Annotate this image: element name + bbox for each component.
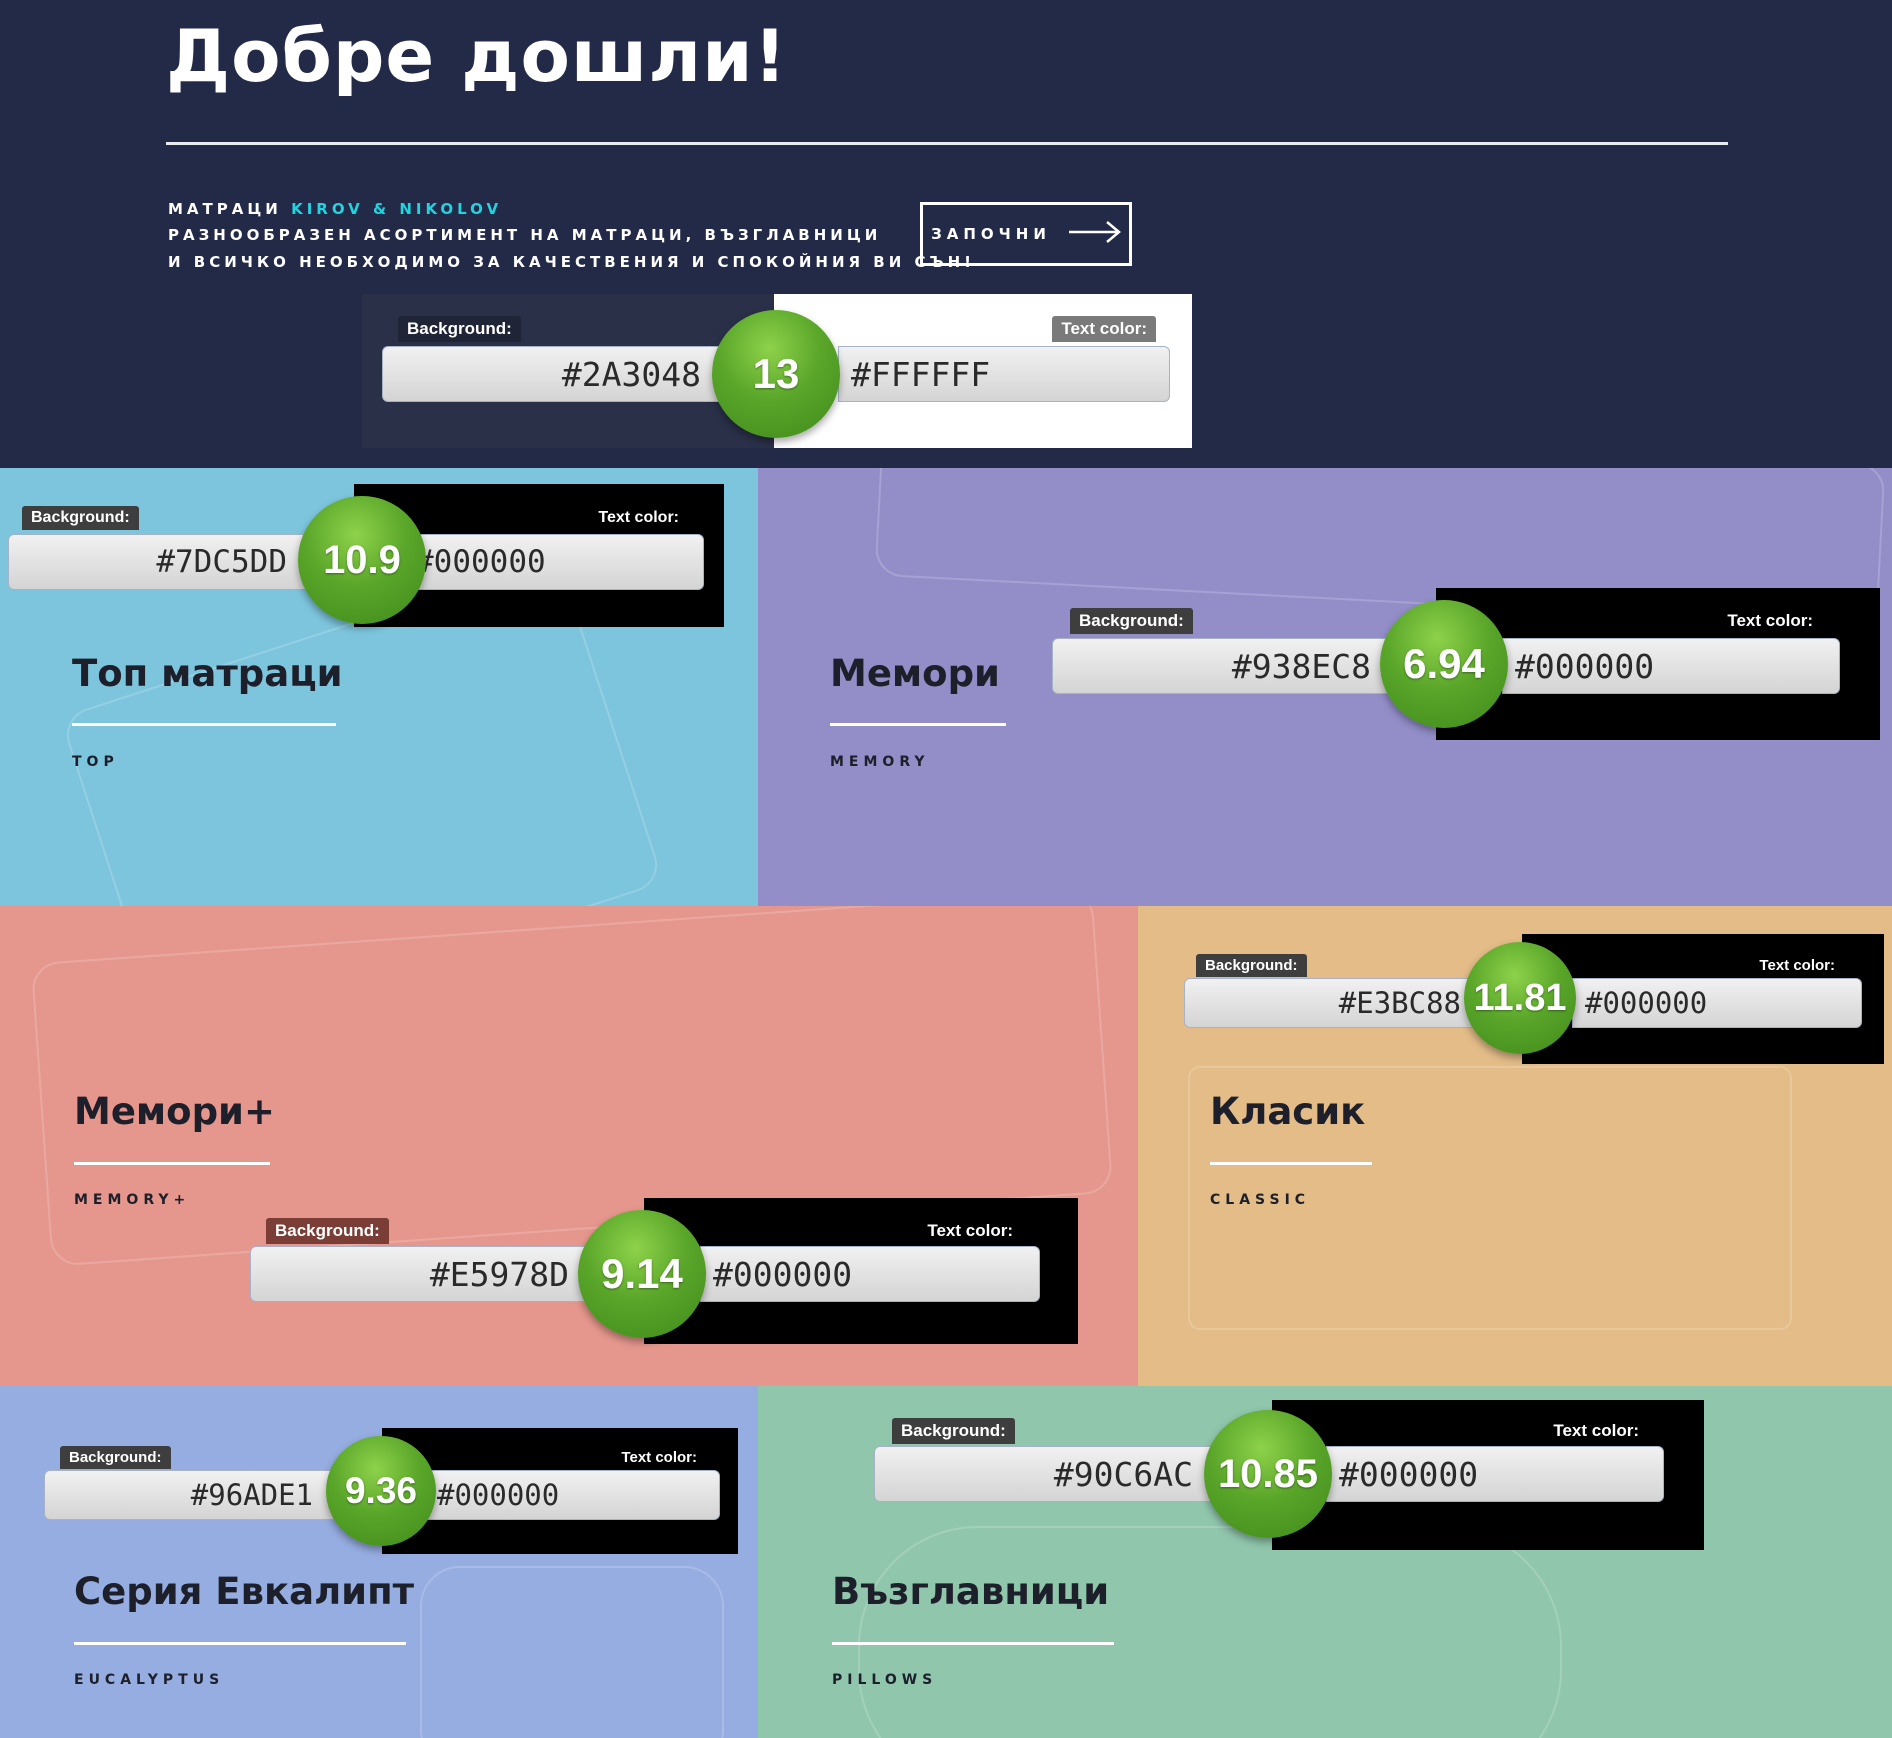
contrast-ratio-badge: 11.81 [1464,942,1576,1054]
contrast-ratio-badge: 9.14 [578,1210,706,1338]
text-color-label: Text color: [1052,316,1156,342]
hero-brand: KIROV & NIKOLOV [291,200,503,218]
background-color-input[interactable]: #7DC5DD [8,534,308,590]
hero-tagline-2: РАЗНООБРАЗЕН АСОРТИМЕНТ НА МАТРАЦИ, ВЪЗГ… [168,226,882,244]
tile-title: Класик [1210,1090,1366,1133]
text-color-input[interactable]: #000000 [1326,1446,1664,1502]
tile-divider [830,723,1006,726]
text-color-label: Text color: [1553,1421,1639,1440]
background-color-input[interactable]: #E5978D [250,1246,590,1302]
background-color-input[interactable]: #90C6AC [874,1446,1214,1502]
tile-subtitle: TOP [72,754,119,770]
hero-divider [166,142,1728,145]
contrast-ratio-badge: 6.94 [1380,600,1508,728]
tile-subtitle: PILLOWS [832,1672,938,1688]
start-button[interactable]: ЗАПОЧНИ [920,202,1132,266]
text-color-label: Text color: [1727,611,1813,630]
tile-divider [74,1162,270,1165]
background-color-input[interactable]: #2A3048 [382,346,722,402]
text-color-input[interactable]: #000000 [1572,978,1862,1028]
background-label: Background: [398,316,521,342]
hero-tagline-3: И ВСИЧКО НЕОБХОДИМО ЗА КАЧЕСТВЕНИЯ И СПО… [168,253,976,271]
tile-title: Мемори [830,652,1000,695]
hero-tagline-prefix: МАТРАЦИ [168,200,282,218]
tile-title: Възглавници [832,1570,1110,1613]
background-label: Background: [1070,608,1193,634]
contrast-checker-classic: Background: Text color: #E3BC88 #000000 … [1172,934,1884,1064]
text-color-label: Text color: [598,509,679,526]
contrast-checker-hero: Background: Text color: #2A3048 #FFFFFF … [362,294,1192,448]
tile-subtitle: MEMORY [830,754,930,770]
tile-divider [72,723,336,726]
contrast-checker-pillows: Background: Text color: #90C6AC #000000 … [872,1400,1704,1550]
tile-divider [832,1642,1114,1645]
contrast-ratio-badge: 10.85 [1204,1410,1332,1538]
text-color-label: Text color: [927,1221,1013,1240]
hero-title: Добре дошли! [166,14,788,98]
start-button-label: ЗАПОЧНИ [931,225,1051,243]
background-label: Background: [60,1446,171,1469]
text-color-label: Text color: [621,1449,697,1466]
tile-title: Топ матраци [72,652,343,695]
background-label: Background: [266,1218,389,1244]
text-color-input[interactable]: #000000 [424,1470,720,1520]
contrast-ratio-badge: 9.36 [326,1436,436,1546]
arrow-right-icon [1068,220,1121,248]
contrast-checker-eucalyptus: Background: Text color: #96ADE1 #000000 … [42,1428,738,1554]
contrast-checker-top: Background: Text color: #7DC5DD #000000 … [6,484,724,627]
hero-tagline-1: МАТРАЦИ KIROV & NIKOLOV [168,200,502,218]
text-color-input[interactable]: #000000 [1502,638,1840,694]
contrast-checker-memory-plus: Background: Text color: #E5978D #000000 … [248,1198,1078,1344]
background-color-input[interactable]: #938EC8 [1052,638,1392,694]
background-label: Background: [892,1418,1015,1444]
text-color-label: Text color: [1759,957,1835,974]
text-color-input[interactable]: #000000 [700,1246,1040,1302]
tile-subtitle: EUCALYPTUS [74,1672,225,1688]
background-color-input[interactable]: #E3BC88 [1184,978,1482,1028]
background-color-input[interactable]: #96ADE1 [44,1470,334,1520]
tile-divider [74,1642,406,1645]
tile-title: Мемори+ [74,1090,275,1133]
tile-title: Серия Евкалипт [74,1570,415,1613]
contrast-ratio-badge: 10.9 [298,496,426,624]
contrast-ratio-badge: 13 [712,310,840,438]
tile-divider [1210,1162,1372,1165]
text-color-input[interactable]: #000000 [402,534,704,590]
tile-subtitle: CLASSIC [1210,1192,1311,1208]
contrast-checker-memory: Background: Text color: #938EC8 #000000 … [1050,588,1880,740]
tile-subtitle: MEMORY+ [74,1192,191,1208]
background-label: Background: [22,506,139,530]
text-color-input[interactable]: #FFFFFF [838,346,1170,402]
background-label: Background: [1196,954,1307,977]
